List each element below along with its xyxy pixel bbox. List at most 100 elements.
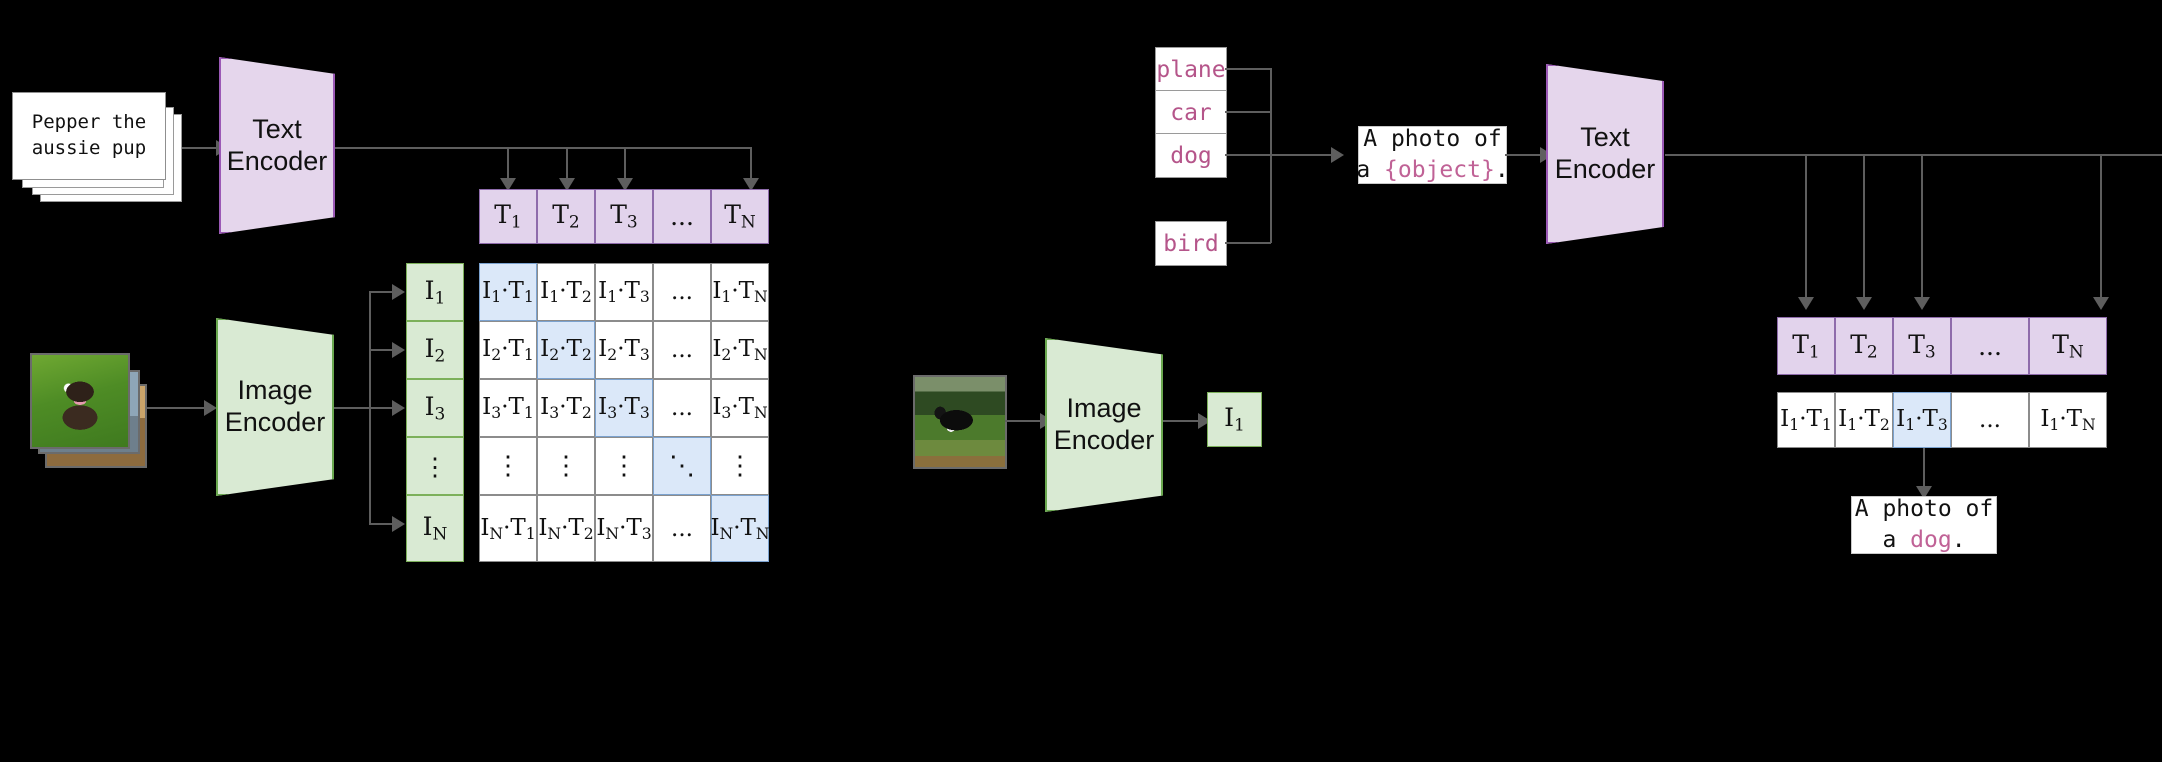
score-cell-label: I1·T1 bbox=[1780, 406, 1832, 434]
clip-diagram: Pepper the aussie pup Text Encoder T1 T2… bbox=[0, 0, 2162, 762]
matrix-cell-r2-c1: I2·T1 bbox=[479, 321, 537, 379]
matrix-cell-r4-c1: ⋮ bbox=[479, 437, 537, 495]
matrix-cell-label: IN·T1 bbox=[480, 514, 536, 543]
arrowhead-t2r bbox=[1856, 297, 1872, 310]
matrix-cell-label: IN·TN bbox=[710, 514, 770, 543]
arrowhead-bus-to-prompt bbox=[1331, 147, 1344, 163]
prompt-template-box: A photo of a {object}. bbox=[1356, 124, 1509, 186]
matrix-cell-label: ⋮ bbox=[727, 451, 753, 481]
matrix-cell-r1-c3: I1·T3 bbox=[595, 263, 653, 321]
score-cell-5: I1·TN bbox=[2029, 392, 2107, 448]
arrowhead-t1r bbox=[1798, 297, 1814, 310]
matrix-cell-r2-c2: I2·T2 bbox=[537, 321, 595, 379]
matrix-cell-label: I1·TN bbox=[712, 278, 768, 306]
t-header-label-4: ... bbox=[670, 202, 694, 231]
connector-class-bus bbox=[1270, 68, 1272, 243]
matrix-cell-label: ... bbox=[671, 337, 693, 363]
matrix-cell-r1-c5: I1·TN bbox=[711, 263, 769, 321]
arrowhead-i1 bbox=[392, 284, 405, 300]
t-header-label-5: TN bbox=[724, 200, 756, 233]
class-word-label-plane: plane bbox=[1156, 56, 1226, 83]
matrix-cell-label: I1·T2 bbox=[540, 278, 592, 306]
t-header-right-cell-4: ... bbox=[1951, 317, 2029, 375]
text-encoder-left: Text Encoder bbox=[219, 57, 335, 234]
text-encoder-right: Text Encoder bbox=[1546, 64, 1664, 244]
matrix-cell-label: ... bbox=[671, 515, 693, 542]
result-box: A photo of a dog. bbox=[1851, 496, 1997, 554]
matrix-cell-label: ⋱ bbox=[669, 451, 695, 481]
t-header-right-label-4: ... bbox=[1978, 331, 2002, 361]
matrix-cell-label: ⋮ bbox=[553, 451, 579, 481]
matrix-cell-r3-c3: I3·T3 bbox=[595, 379, 653, 437]
matrix-cell-label: IN·T2 bbox=[538, 514, 594, 543]
connector-prompt-to-text-encoder bbox=[1505, 154, 1543, 156]
i-label-4: ⋮ bbox=[422, 451, 448, 481]
score-cell-label: I1·T3 bbox=[1896, 406, 1948, 434]
connector-car-stub bbox=[1225, 111, 1271, 113]
matrix-cell-r3-c5: I3·TN bbox=[711, 379, 769, 437]
result-line-2-prefix: a bbox=[1882, 527, 1911, 553]
i-label-cell-3: I3 bbox=[406, 379, 464, 437]
class-word-box-dog[interactable]: dog bbox=[1155, 133, 1227, 178]
matrix-cell-label: I2·T1 bbox=[482, 336, 534, 364]
matrix-cell-r1-c1: I1·T1 bbox=[479, 263, 537, 321]
matrix-cell-r5-c1: IN·T1 bbox=[479, 495, 537, 562]
matrix-cell-label: ... bbox=[671, 395, 693, 421]
query-image-photo bbox=[913, 375, 1007, 469]
connector-bus-to-prompt bbox=[1270, 154, 1334, 156]
caption-card-stack: Pepper the aussie pup bbox=[12, 92, 182, 202]
result-class-word: dog bbox=[1910, 527, 1952, 553]
t-header-cell-2: T2 bbox=[537, 189, 595, 244]
image-encoder-right: Image Encoder bbox=[1045, 338, 1163, 512]
class-word-box-bird[interactable]: bird bbox=[1155, 221, 1227, 266]
i-label-cell-2: I2 bbox=[406, 321, 464, 379]
score-cell-4: ... bbox=[1951, 392, 2029, 448]
matrix-cell-label: I3·TN bbox=[712, 394, 768, 422]
prompt-line-1: A photo of bbox=[1363, 125, 1502, 152]
t-header-label-1: T1 bbox=[494, 200, 522, 233]
class-word-label-dog: dog bbox=[1170, 142, 1212, 169]
t-header-right-label-3: T3 bbox=[1908, 329, 1936, 363]
tnr-drop-line bbox=[2100, 154, 2102, 302]
matrix-cell-label: I3·T2 bbox=[540, 394, 592, 422]
score-cell-label: I1·TN bbox=[2040, 406, 2096, 434]
matrix-cell-r2-c3: I2·T3 bbox=[595, 321, 653, 379]
class-word-box-car[interactable]: car bbox=[1155, 90, 1227, 135]
i-label-cell-4: ⋮ bbox=[406, 437, 464, 495]
t-header-right-label-1: T1 bbox=[1792, 329, 1820, 363]
i-label-right-cell: I1 bbox=[1207, 392, 1262, 447]
matrix-cell-label: IN·T3 bbox=[596, 514, 652, 543]
score-cell-3: I1·T3 bbox=[1893, 392, 1951, 448]
i-label-3: I3 bbox=[424, 391, 446, 425]
prompt-line-2-prefix: a bbox=[1356, 157, 1385, 183]
class-word-label-bird: bird bbox=[1163, 230, 1219, 257]
t-header-right-cell-5: TN bbox=[2029, 317, 2107, 375]
matrix-cell-label: I3·T3 bbox=[598, 394, 650, 422]
t-header-right-cell-2: T2 bbox=[1835, 317, 1893, 375]
t-header-right-cell-3: T3 bbox=[1893, 317, 1951, 375]
result-line-1: A photo of bbox=[1854, 495, 1994, 522]
connector-query-image-to-encoder bbox=[1005, 420, 1043, 422]
text-encoder-left-label: Text Encoder bbox=[226, 113, 328, 176]
image-stack-photo-front bbox=[30, 353, 130, 449]
prompt-template-text: A photo of a {object}. bbox=[1356, 124, 1508, 186]
i-label-right: I1 bbox=[1224, 403, 1245, 436]
arrowhead-i2 bbox=[392, 342, 405, 358]
text-encoder-output-bus bbox=[335, 147, 751, 149]
matrix-cell-label: I3·T1 bbox=[482, 394, 534, 422]
class-word-box-plane[interactable]: plane bbox=[1155, 47, 1227, 92]
t1r-drop-line bbox=[1805, 154, 1807, 302]
matrix-cell-r3-c1: I3·T1 bbox=[479, 379, 537, 437]
matrix-cell-label: I1·T3 bbox=[598, 278, 650, 306]
t-header-label-2: T2 bbox=[552, 200, 580, 233]
t-header-cell-4: ... bbox=[653, 189, 711, 244]
prompt-line-2-suffix: . bbox=[1494, 157, 1509, 183]
matrix-cell-r4-c4: ⋱ bbox=[653, 437, 711, 495]
arrowhead-images-to-image-encoder bbox=[204, 400, 217, 416]
connector-dog-stub bbox=[1225, 154, 1271, 156]
connector-encoder-to-i1-right bbox=[1163, 420, 1201, 422]
t3r-drop-line bbox=[1921, 154, 1923, 302]
score-cell-2: I1·T2 bbox=[1835, 392, 1893, 448]
t-header-cell-3: T3 bbox=[595, 189, 653, 244]
t-header-right-label-5: TN bbox=[2052, 329, 2084, 363]
